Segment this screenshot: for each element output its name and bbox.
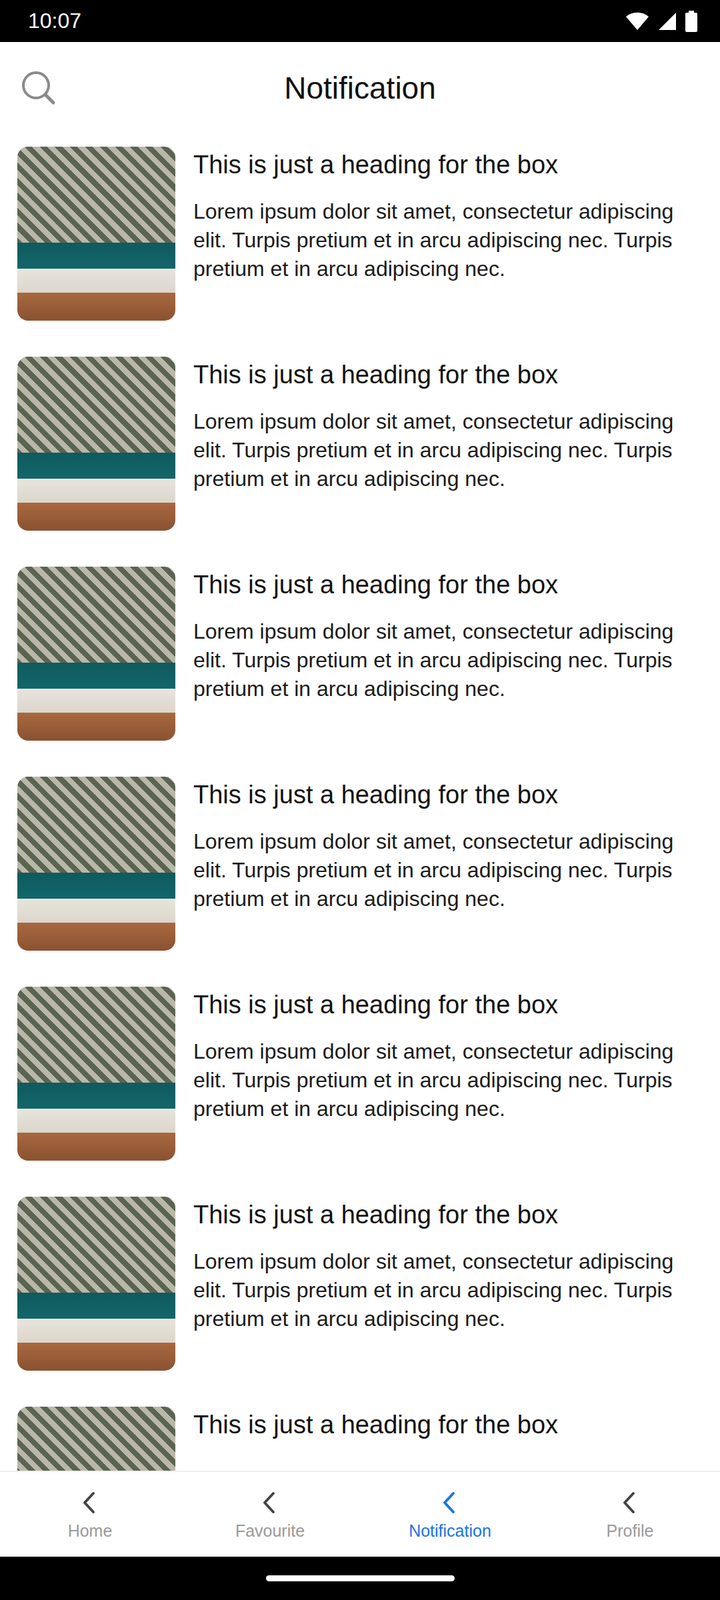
chevron-left-icon[interactable] bbox=[615, 1488, 645, 1518]
notification-heading: This is just a heading for the box bbox=[193, 1409, 703, 1442]
notification-item[interactable]: This is just a heading for the box Lorem … bbox=[17, 776, 703, 951]
notification-image bbox=[17, 986, 176, 1161]
nav-label[interactable]: Home bbox=[68, 1521, 113, 1541]
page-title: Notification bbox=[284, 70, 436, 106]
notification-body: Lorem ipsum dolor sit amet, consectetur … bbox=[193, 407, 703, 494]
notification-image bbox=[17, 776, 176, 951]
nav-item[interactable]: Favourite bbox=[180, 1472, 360, 1557]
nav-item[interactable]: Home bbox=[0, 1472, 180, 1557]
chevron-left-icon[interactable] bbox=[255, 1488, 285, 1518]
notification-item[interactable]: This is just a heading for the box Lorem … bbox=[17, 1196, 703, 1371]
signal-icon bbox=[657, 11, 678, 32]
notification-item[interactable]: This is just a heading for the box Lorem … bbox=[17, 146, 703, 321]
notification-text: This is just a heading for the box Lorem … bbox=[193, 356, 703, 531]
notification-list: This is just a heading for the box Lorem … bbox=[0, 133, 720, 1471]
chevron-left-icon[interactable] bbox=[435, 1488, 465, 1518]
notification-image bbox=[17, 1406, 176, 1471]
notification-image bbox=[17, 146, 176, 321]
header: Notification bbox=[0, 42, 720, 134]
search-icon[interactable] bbox=[18, 68, 59, 108]
chevron-left-icon[interactable] bbox=[75, 1488, 105, 1518]
notification-text: This is just a heading for the box Lorem … bbox=[193, 776, 703, 951]
notification-heading: This is just a heading for the box bbox=[193, 1199, 703, 1232]
notification-text: This is just a heading for the box Lorem … bbox=[193, 986, 703, 1161]
status-bar: 10:07 bbox=[0, 0, 720, 42]
notification-image bbox=[17, 566, 176, 741]
notification-heading: This is just a heading for the box bbox=[193, 149, 703, 182]
battery-icon bbox=[685, 10, 698, 32]
notification-screen: 10:07 Notification This is just a heading … bbox=[0, 0, 720, 1600]
notification-body: Lorem ipsum dolor sit amet, consectetur … bbox=[193, 1247, 703, 1334]
notification-body: Lorem ipsum dolor sit amet, consectetur … bbox=[193, 1037, 703, 1124]
notification-heading: This is just a heading for the box bbox=[193, 569, 703, 602]
notification-body: Lorem ipsum dolor sit amet, consectetur … bbox=[193, 617, 703, 704]
notification-item[interactable]: This is just a heading for the box Lorem … bbox=[17, 986, 703, 1161]
home-indicator[interactable] bbox=[266, 1575, 455, 1582]
notification-image bbox=[17, 1196, 176, 1371]
notification-heading: This is just a heading for the box bbox=[193, 779, 703, 812]
nav-label[interactable]: Notification bbox=[408, 1521, 492, 1541]
notification-image bbox=[17, 356, 176, 531]
bottom-nav: Home Favourite Notification Profile bbox=[0, 1470, 720, 1557]
notification-item[interactable]: This is just a heading for the box Lorem … bbox=[17, 566, 703, 741]
nav-label[interactable]: Favourite bbox=[235, 1521, 305, 1541]
notification-item[interactable]: This is just a heading for the box bbox=[17, 1406, 703, 1471]
nav-item[interactable]: Profile bbox=[540, 1472, 720, 1557]
notification-heading: This is just a heading for the box bbox=[193, 359, 703, 392]
notification-text: This is just a heading for the box Lorem … bbox=[193, 146, 703, 321]
notification-body: Lorem ipsum dolor sit amet, consectetur … bbox=[193, 827, 703, 914]
system-nav-bar bbox=[0, 1556, 720, 1600]
notification-text: This is just a heading for the box bbox=[193, 1406, 703, 1471]
notification-heading: This is just a heading for the box bbox=[193, 989, 703, 1022]
notification-text: This is just a heading for the box Lorem … bbox=[193, 566, 703, 741]
notification-text: This is just a heading for the box Lorem … bbox=[193, 1196, 703, 1371]
search-button[interactable] bbox=[18, 68, 59, 108]
notification-body: Lorem ipsum dolor sit amet, consectetur … bbox=[193, 197, 703, 284]
nav-label[interactable]: Profile bbox=[606, 1521, 654, 1541]
status-icons bbox=[625, 10, 698, 32]
notification-item[interactable]: This is just a heading for the box Lorem … bbox=[17, 356, 703, 531]
wifi-icon bbox=[625, 11, 650, 32]
nav-item[interactable]: Notification bbox=[360, 1472, 540, 1557]
status-time: 10:07 bbox=[28, 8, 82, 34]
